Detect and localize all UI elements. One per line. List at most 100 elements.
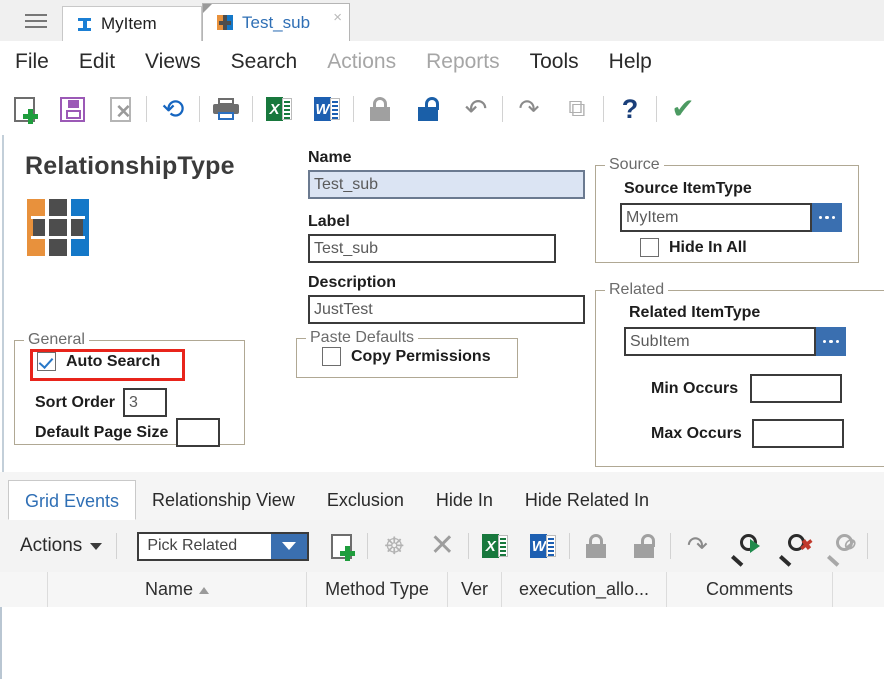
grid-body[interactable] (0, 607, 884, 679)
actions-menu-label: Actions (20, 535, 83, 556)
sort-order-input[interactable]: 3 (123, 388, 168, 417)
actions-menu-button[interactable]: Actions (0, 535, 110, 557)
pick-related-value: Pick Related (147, 537, 238, 554)
default-page-size-input[interactable] (176, 418, 221, 447)
redo-button[interactable]: ↷ (505, 85, 553, 133)
clear-search-button[interactable]: ✖ (769, 522, 817, 570)
toolbar-separator (252, 96, 253, 122)
source-itemtype-picker-button[interactable] (812, 203, 842, 232)
new-button[interactable] (0, 85, 48, 133)
print-icon (213, 98, 239, 120)
action-separator (116, 533, 118, 559)
unlock-icon (633, 534, 656, 558)
chevron-down-icon[interactable] (271, 533, 308, 559)
source-panel: Source Source ItemType MyItem Hide In Al… (595, 156, 859, 263)
export-word-button[interactable]: W (303, 85, 351, 133)
unlock-icon (417, 97, 439, 121)
menu-item-search[interactable]: Search (216, 50, 313, 74)
done-icon: ✔ (671, 93, 695, 124)
paste-defaults-panel: Paste Defaults Copy Permissions (296, 329, 518, 378)
grid-column-name-label: Name (144, 579, 193, 599)
tab-relationship-view[interactable]: Relationship View (136, 480, 311, 520)
chevron-down-icon (90, 542, 103, 550)
pick-related-select[interactable]: Pick Related (137, 531, 310, 561)
undo-button[interactable]: ↶ (452, 85, 500, 133)
print-button[interactable] (202, 85, 250, 133)
close-icon[interactable]: × (333, 10, 342, 25)
copy-permissions-checkbox[interactable] (322, 347, 341, 366)
refresh-button[interactable]: ⟲ (149, 85, 197, 133)
min-occurs-input[interactable] (750, 374, 843, 403)
grid-column-name[interactable]: Name (48, 572, 307, 607)
application-window: MyItem Test_sub × File Edit Views Search… (0, 0, 884, 679)
export-excel-button[interactable]: X (471, 522, 519, 570)
unlock-button[interactable] (620, 522, 668, 570)
help-button[interactable]: ? (606, 85, 654, 133)
related-itemtype-input[interactable]: SubItem (624, 327, 816, 356)
menu-item-views[interactable]: Views (130, 50, 216, 74)
export-excel-icon: X (266, 97, 292, 121)
export-excel-button[interactable]: X (255, 85, 303, 133)
relationshiptype-icon (217, 15, 233, 30)
menu-item-file[interactable]: File (0, 50, 64, 74)
copy-button[interactable]: ⧉ (553, 85, 601, 133)
menu-item-edit[interactable]: Edit (64, 50, 130, 74)
grid-column-execution-allowed-to[interactable]: execution_allo... (502, 572, 667, 607)
itemtype-icon (77, 17, 92, 32)
source-itemtype-label: Source ItemType (624, 180, 752, 197)
hide-in-all-checkbox[interactable] (640, 238, 659, 257)
page-title: RelationshipType (25, 152, 235, 180)
name-label: Name (308, 149, 352, 166)
grid-column-ver[interactable]: Ver (448, 572, 502, 607)
tab-exclusion[interactable]: Exclusion (311, 480, 420, 520)
unlock-button[interactable] (404, 85, 452, 133)
grid-events-grid: Name Method Type Ver execution_allo... C… (0, 572, 884, 679)
grid-column-comments[interactable]: Comments (667, 572, 833, 607)
action-separator (867, 533, 869, 559)
redo-icon: ↷ (518, 94, 540, 123)
grid-column-method-type[interactable]: Method Type (307, 572, 448, 607)
clear-search-icon: ✖ (779, 534, 811, 567)
label-field-group: Label Test_sub (308, 213, 556, 263)
lock-button[interactable] (356, 85, 404, 133)
disable-search-button[interactable]: ⊘ (817, 522, 865, 570)
tab-hide-in[interactable]: Hide In (420, 480, 509, 520)
tab-fold-corner-icon (203, 4, 212, 13)
description-input[interactable]: JustTest (308, 295, 585, 324)
redo-button[interactable]: ↷ (673, 522, 721, 570)
lock-button[interactable] (572, 522, 620, 570)
relationshiptype-large-icon (27, 199, 89, 256)
name-input[interactable]: Test_sub (308, 170, 585, 199)
save-button[interactable] (48, 85, 96, 133)
document-tab-label: MyItem (101, 14, 157, 33)
save-icon (59, 96, 85, 122)
export-word-button[interactable]: W (519, 522, 567, 570)
relationship-button[interactable]: ☸ (370, 522, 418, 570)
tab-hide-related-in[interactable]: Hide Related In (509, 480, 665, 520)
tab-grid-events[interactable]: Grid Events (8, 480, 137, 520)
remove-button[interactable]: ✕ (418, 522, 466, 570)
export-excel-icon: X (482, 534, 509, 558)
delete-button[interactable]: ✕ (96, 85, 144, 133)
run-search-button[interactable] (721, 522, 769, 570)
max-occurs-input[interactable] (751, 419, 844, 448)
label-label: Label (308, 213, 350, 230)
related-legend: Related (605, 281, 669, 299)
menu-item-help[interactable]: Help (594, 50, 667, 74)
default-page-size-label: Default Page Size (35, 423, 169, 441)
menu-item-tools[interactable]: Tools (515, 50, 594, 74)
document-tab-test-sub[interactable]: Test_sub × (202, 3, 350, 41)
export-word-icon: W (530, 534, 557, 558)
relationship-tab-strip: Grid Events Relationship View Exclusion … (0, 472, 884, 521)
undo-icon: ↶ (464, 93, 488, 124)
source-itemtype-input[interactable]: MyItem (620, 203, 812, 232)
grid-column-extra[interactable] (833, 572, 884, 607)
label-input[interactable]: Test_sub (308, 234, 556, 263)
lock-icon (369, 97, 391, 121)
related-itemtype-picker-button[interactable] (816, 327, 846, 356)
hamburger-menu-icon[interactable] (25, 14, 47, 28)
new-row-button[interactable] (317, 522, 365, 570)
document-tab-myitem[interactable]: MyItem (62, 6, 202, 41)
done-button[interactable]: ✔ (659, 85, 707, 133)
grid-column-selector[interactable] (0, 572, 48, 607)
